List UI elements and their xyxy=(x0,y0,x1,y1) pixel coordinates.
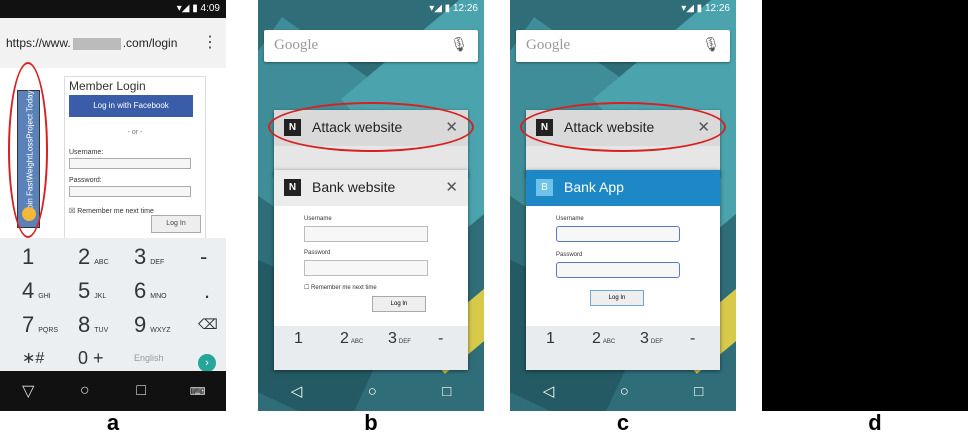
key-3[interactable]: 3 DEF xyxy=(388,330,411,348)
login-button[interactable]: Log In xyxy=(151,215,201,233)
key-minus[interactable]: - xyxy=(438,330,443,348)
backspace-icon[interactable]: ⌫ xyxy=(198,308,226,341)
close-icon[interactable]: ✕ xyxy=(445,178,458,196)
key-2[interactable]: 2 ABC xyxy=(78,240,134,273)
numeric-keypad: 1 2 ABC 3 DEF - 4 GHI 5 JKL 6 MNO . 7 PQRS 8 TU… xyxy=(0,238,226,372)
panel-c-recent-apps: ▾◢ ▮ 12:26 Google 🎙 N Attack website ✕ B… xyxy=(510,0,736,411)
key-9[interactable]: 9 WXYZ xyxy=(134,308,190,341)
keyboard-icon[interactable]: ⌨ xyxy=(183,376,213,406)
url-prefix: https://www. xyxy=(6,36,71,50)
android-nav-bar: ◁ ○ □ xyxy=(510,371,736,411)
caption-d: d xyxy=(868,410,882,435)
login-button[interactable]: Log In xyxy=(372,296,426,312)
password-input[interactable] xyxy=(304,260,428,276)
key-7[interactable]: 7 PQRS xyxy=(22,308,78,341)
card-title: Bank website xyxy=(312,179,396,195)
password-label: Password xyxy=(304,250,331,256)
caption-a: a xyxy=(106,410,120,435)
form-title: Member Login xyxy=(69,79,146,93)
username-input[interactable] xyxy=(304,226,428,242)
highlight-oval xyxy=(268,102,474,152)
key-1[interactable]: 1 xyxy=(546,330,555,348)
key-6[interactable]: 6 MNO xyxy=(134,274,190,307)
panel-a-browser-phishing: ▾◢ ▮ 4:09 https://www. .com/login ⋮ Join … xyxy=(0,0,226,411)
google-search-bar[interactable]: Google 🎙 xyxy=(516,30,730,62)
username-input[interactable] xyxy=(69,158,191,169)
password-label: Password: xyxy=(69,177,102,184)
recents-icon[interactable]: □ xyxy=(126,376,156,406)
key-3[interactable]: 3 DEF xyxy=(134,240,190,273)
android-nav-bar: ◁ ○ □ xyxy=(258,371,484,411)
status-bar: ▾◢ ▮ 12:26 xyxy=(429,3,478,14)
password-input[interactable] xyxy=(69,186,191,197)
key-4[interactable]: 4 GHI xyxy=(22,274,78,307)
highlight-oval xyxy=(520,102,726,152)
android-nav-bar: ▽ ○ □ ⌨ xyxy=(0,371,226,411)
status-time: 12:26 xyxy=(704,3,730,14)
facebook-login-button[interactable]: Log in with Facebook xyxy=(69,95,193,117)
keypad-peek: 1 2 ABC 3 DEF - xyxy=(526,326,720,370)
bank-app-icon: B xyxy=(536,179,553,196)
key-8[interactable]: 8 TUV xyxy=(78,308,134,341)
back-icon[interactable]: ◁ xyxy=(543,382,555,400)
username-label: Username: xyxy=(69,149,104,156)
url-text[interactable]: https://www. .com/login xyxy=(6,30,206,56)
key-minus[interactable]: - xyxy=(200,240,226,273)
redacted-domain xyxy=(72,37,121,50)
login-button[interactable]: Log In xyxy=(590,290,644,306)
member-login-form: Member Login Log in with Facebook - or -… xyxy=(64,76,206,240)
or-divider: - or - xyxy=(127,129,143,136)
url-suffix: .com/login xyxy=(122,36,178,50)
key-3[interactable]: 3 DEF xyxy=(640,330,663,348)
panel-d-black-screen xyxy=(762,0,968,411)
username-input[interactable] xyxy=(556,226,680,242)
username-label: Username xyxy=(556,216,584,222)
home-icon[interactable]: ○ xyxy=(620,383,629,400)
google-label: Google xyxy=(526,37,571,53)
status-bar: ▾◢ ▮ 4:09 xyxy=(0,0,226,18)
recents-icon[interactable]: □ xyxy=(694,383,703,400)
go-arrow-icon[interactable]: › xyxy=(198,354,216,372)
bank-website-card[interactable]: N Bank website ✕ Username Password ☐ Rem… xyxy=(274,170,468,370)
password-input[interactable] xyxy=(556,262,680,278)
key-2[interactable]: 2 ABC xyxy=(340,330,363,348)
overflow-menu-icon[interactable]: ⋮ xyxy=(202,32,218,52)
caption-c: c xyxy=(616,410,630,435)
back-icon[interactable]: ▽ xyxy=(13,376,43,406)
panel-b-recent-apps: ▾◢ ▮ 12:26 Google 🎙 N Attack website ✕ N… xyxy=(258,0,484,411)
card-header: N Bank website ✕ xyxy=(274,170,468,206)
key-dot[interactable]: . xyxy=(204,274,226,307)
remember-me-checkbox[interactable]: ☐ Remember me next time xyxy=(304,284,377,291)
username-label: Username xyxy=(304,216,332,222)
key-5[interactable]: 5 JKL xyxy=(78,274,134,307)
key-1[interactable]: 1 xyxy=(22,240,78,273)
recents-icon[interactable]: □ xyxy=(442,383,451,400)
remember-label: Remember me next time xyxy=(77,208,154,215)
status-time: 12:26 xyxy=(452,3,478,14)
bank-app-card[interactable]: B Bank App Username Password Log In 1 2A… xyxy=(526,170,720,370)
password-label: Password xyxy=(556,252,583,258)
card-header: B Bank App xyxy=(526,170,720,206)
key-2[interactable]: 2 ABC xyxy=(592,330,615,348)
remember-me-checkbox[interactable]: ☒ Remember me next time xyxy=(69,207,154,215)
app-icon: N xyxy=(284,179,301,196)
mic-icon[interactable]: 🎙 xyxy=(450,36,468,53)
home-icon[interactable]: ○ xyxy=(70,376,100,406)
card-title: Bank App xyxy=(564,179,624,195)
highlight-oval xyxy=(8,62,48,238)
status-bar: ▾◢ ▮ 12:26 xyxy=(681,3,730,14)
key-1[interactable]: 1 xyxy=(294,330,303,348)
key-minus[interactable]: - xyxy=(690,330,695,348)
browser-url-bar[interactable]: https://www. .com/login ⋮ xyxy=(0,18,226,69)
remember-label: Remember me next time xyxy=(311,285,377,291)
keypad-peek: 1 2 ABC 3 DEF - xyxy=(274,326,468,370)
caption-b: b xyxy=(364,410,378,435)
home-icon[interactable]: ○ xyxy=(368,383,377,400)
back-icon[interactable]: ◁ xyxy=(291,382,303,400)
google-search-bar[interactable]: Google 🎙 xyxy=(264,30,478,62)
google-label: Google xyxy=(274,37,319,53)
mic-icon[interactable]: 🎙 xyxy=(702,36,720,53)
status-time: 4:09 xyxy=(200,3,220,14)
